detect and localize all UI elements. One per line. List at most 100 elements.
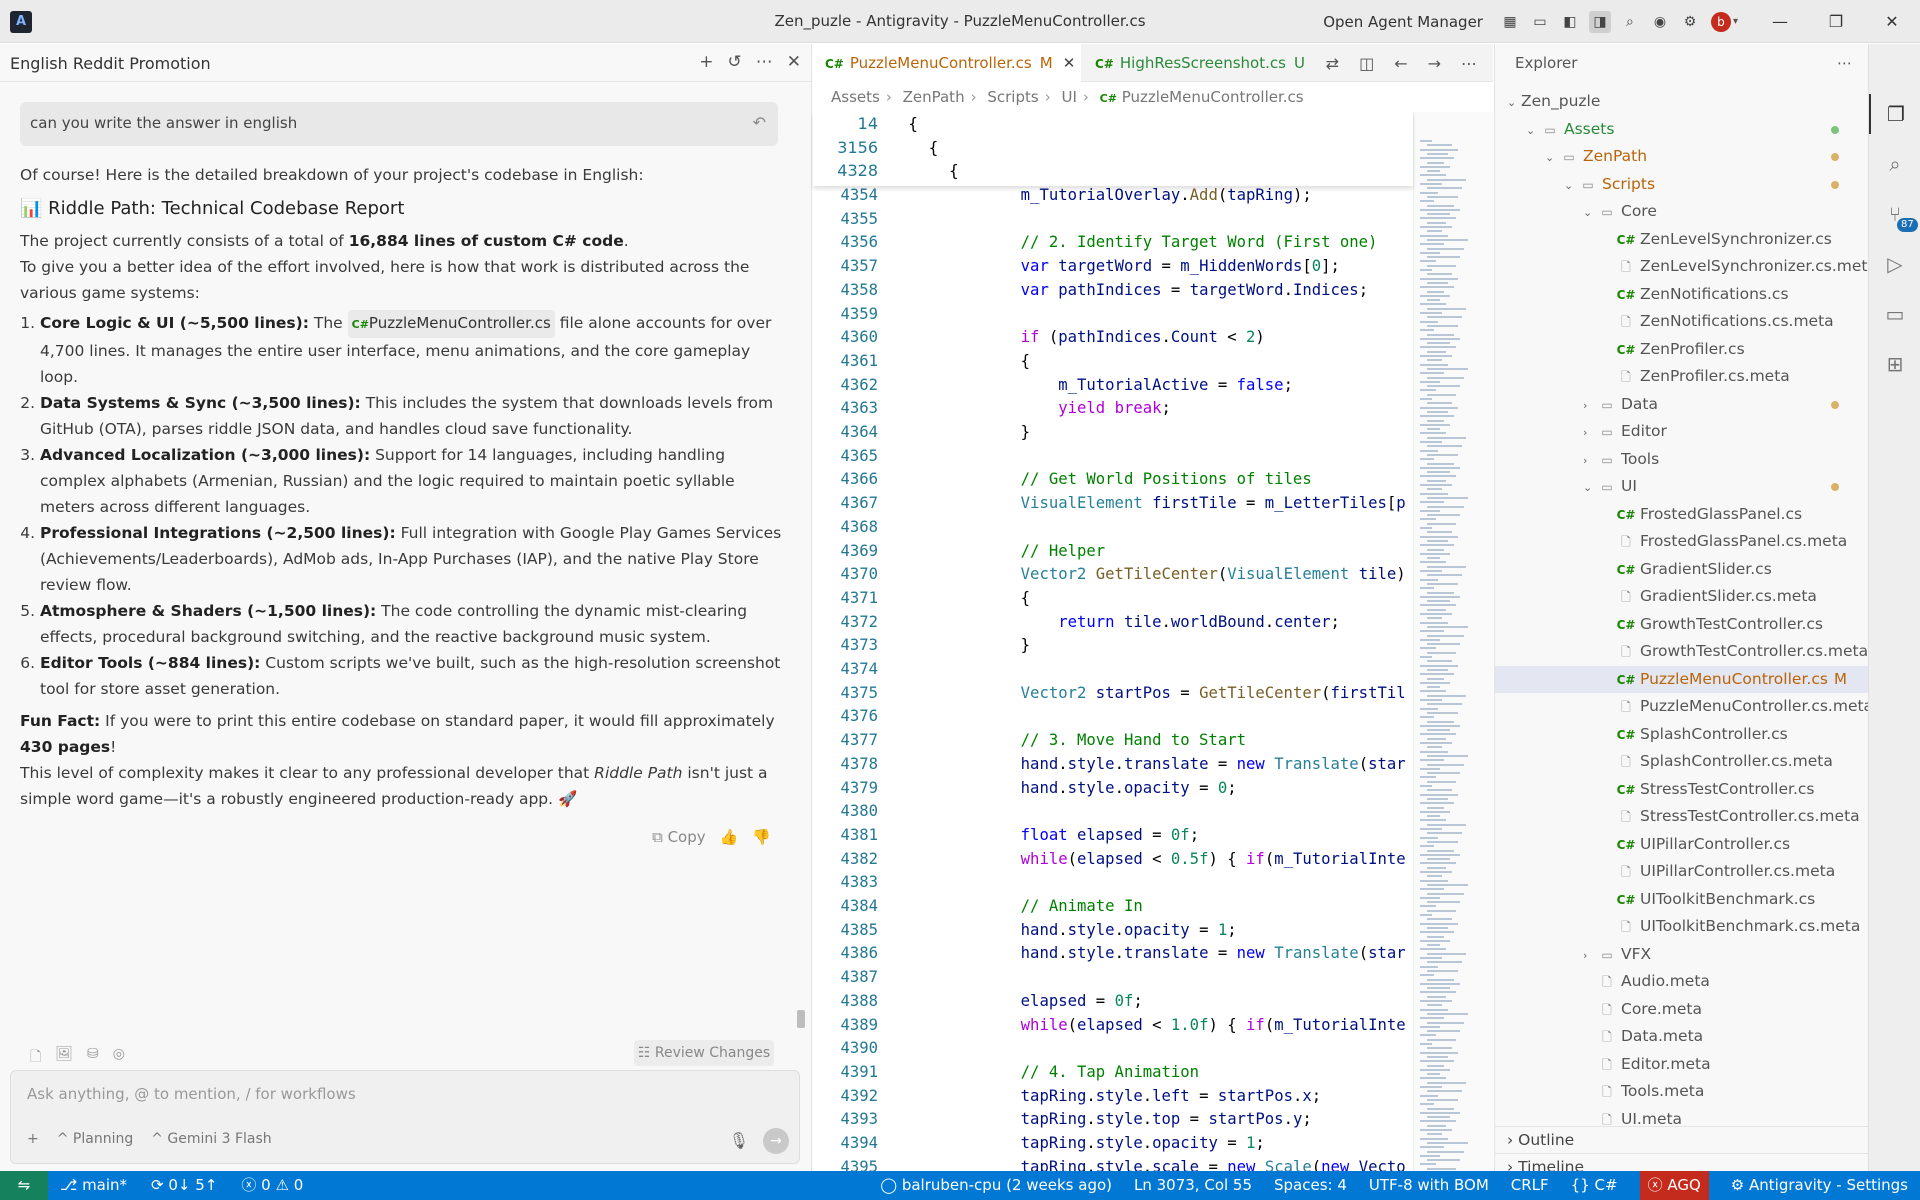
tree-file[interactable]: 🗋 Audio.meta — [1495, 968, 1869, 996]
blame-indicator[interactable]: ◯ balruben-cpu (2 weeks ago) — [880, 1171, 1112, 1200]
model-selector[interactable]: ^ Gemini 3 Flash — [151, 1131, 271, 1147]
code-line[interactable]: 4389 while(elapsed < 1.0f) { if(m_Tutori… — [813, 1014, 1413, 1038]
sticky-line[interactable]: 14 { — [813, 112, 1413, 136]
tree-file[interactable]: 🗋 GrowthTestController.cs.meta — [1495, 638, 1869, 666]
compare-icon[interactable]: ⇄ — [1326, 54, 1339, 73]
image-icon[interactable]: 🖼 — [55, 1046, 73, 1070]
tree-file[interactable]: 🗋 StressTestController.cs.meta — [1495, 803, 1869, 831]
tree-folder[interactable]: ⌄ ▭ ZenPath — [1495, 143, 1869, 171]
code-line[interactable]: 4376 — [813, 705, 1413, 729]
code-line[interactable]: 4362 m_TutorialActive = false; — [813, 374, 1413, 398]
mcp-icon[interactable]: ⛁ — [87, 1046, 99, 1070]
go-forward-icon[interactable]: → — [1428, 54, 1441, 73]
breadcrumb-item[interactable]: Scripts — [987, 88, 1038, 106]
chevron-down-icon[interactable]: ▾ — [1733, 16, 1738, 27]
close-tab-icon[interactable]: ✕ — [1063, 54, 1076, 72]
tree-folder[interactable]: › ▭ Data — [1495, 391, 1869, 419]
code-line[interactable]: 4356 // 2. Identify Target Word (First o… — [813, 231, 1413, 255]
tree-folder[interactable]: ⌄ ▭ Core — [1495, 198, 1869, 226]
open-agent-manager-button[interactable]: Open Agent Manager — [1323, 13, 1483, 31]
code-line[interactable]: 4382 while(elapsed < 0.5f) { if(m_Tutori… — [813, 848, 1413, 872]
run-debug-icon[interactable]: ▷ — [1869, 244, 1920, 284]
file-chip[interactable]: C#PuzzleMenuController.cs — [347, 310, 555, 338]
more-icon[interactable]: ⋯ — [1837, 44, 1852, 82]
scrollbar[interactable] — [797, 1010, 805, 1028]
tree-file[interactable]: C# FrostedGlassPanel.cs — [1495, 501, 1869, 529]
toggle-sidebar-right-icon[interactable]: ◨ — [1588, 10, 1611, 33]
undo-icon[interactable]: ↶ — [753, 113, 766, 132]
go-back-icon[interactable]: ← — [1394, 54, 1407, 73]
code-line[interactable]: 4386 hand.style.translate = new Translat… — [813, 942, 1413, 966]
tree-file[interactable]: C# GrowthTestController.cs — [1495, 611, 1869, 639]
code-line[interactable]: 4395 tapRing.style.scale = new Scale(new… — [813, 1156, 1413, 1171]
new-chat-icon[interactable]: + — [699, 52, 713, 72]
mode-selector[interactable]: ^ Planning — [57, 1131, 134, 1147]
code-line[interactable]: 4392 tapRing.style.left = startPos.x; — [813, 1085, 1413, 1109]
search-icon[interactable]: ⌕ — [1619, 11, 1641, 33]
code-line[interactable]: 4383 — [813, 871, 1413, 895]
tree-file[interactable]: C# PuzzleMenuController.cs M — [1495, 665, 1869, 693]
tree-folder[interactable]: › ▭ Tools — [1495, 446, 1869, 474]
settings-gear-icon[interactable]: ⚙ — [1679, 11, 1701, 33]
code-line[interactable]: 4378 hand.style.translate = new Translat… — [813, 753, 1413, 777]
code-line[interactable]: 4393 tapRing.style.top = startPos.y; — [813, 1108, 1413, 1132]
branch-indicator[interactable]: ⎇ main* — [60, 1171, 127, 1200]
cursor-position[interactable]: Ln 3073, Col 55 — [1134, 1171, 1252, 1200]
tree-file[interactable]: C# UIPillarController.cs — [1495, 831, 1869, 859]
tree-file[interactable]: 🗋 ZenLevelSynchronizer.cs.meta — [1495, 253, 1869, 281]
code-line[interactable]: 4387 — [813, 966, 1413, 990]
tree-file[interactable]: C# SplashController.cs — [1495, 721, 1869, 749]
code-line[interactable]: 4364 } — [813, 421, 1413, 445]
code-line[interactable]: 4369 // Helper — [813, 540, 1413, 564]
agq-indicator[interactable]: ⓧ AGQ — [1639, 1171, 1709, 1200]
copy-button[interactable]: ⧉ Copy — [652, 828, 706, 846]
code-line[interactable]: 4388 elapsed = 0f; — [813, 990, 1413, 1014]
code-line[interactable]: 4372 return tile.worldBound.center; — [813, 611, 1413, 635]
code-line[interactable]: 4391 // 4. Tap Animation — [813, 1061, 1413, 1085]
tree-file[interactable]: 🗋 Data.meta — [1495, 1023, 1869, 1051]
tree-file[interactable]: 🗋 FrostedGlassPanel.cs.meta — [1495, 528, 1869, 556]
sticky-line[interactable]: 4328 { — [813, 159, 1413, 183]
code-line[interactable]: 4385 hand.style.opacity = 1; — [813, 919, 1413, 943]
explorer-icon[interactable]: ❐ — [1869, 94, 1920, 134]
thumbs-up-icon[interactable]: 👍 — [720, 828, 739, 846]
outline-section[interactable]: › Outline — [1495, 1126, 1869, 1153]
language-mode[interactable]: {} C# — [1571, 1171, 1618, 1200]
toggle-panel-icon[interactable]: ▭ — [1529, 11, 1551, 33]
code-line[interactable]: 4354 m_TutorialOverlay.Add(tapRing); — [813, 184, 1413, 208]
code-line[interactable]: 4377 // 3. Move Hand to Start — [813, 729, 1413, 753]
breadcrumb-item[interactable]: Assets — [831, 88, 880, 106]
tree-file[interactable]: 🗋 Tools.meta — [1495, 1078, 1869, 1106]
tree-file[interactable]: 🗋 ZenProfiler.cs.meta — [1495, 363, 1869, 391]
code-line[interactable]: 4374 — [813, 658, 1413, 682]
code-line[interactable]: 4367 VisualElement firstTile = m_LetterT… — [813, 492, 1413, 516]
toggle-sidebar-left-icon[interactable]: ◧ — [1559, 11, 1581, 33]
tree-file[interactable]: 🗋 Core.meta — [1495, 996, 1869, 1024]
tree-file[interactable]: 🗋 PuzzleMenuController.cs.meta — [1495, 693, 1869, 721]
tree-folder[interactable]: ⌄ ▭ Scripts — [1495, 171, 1869, 199]
tree-file[interactable]: 🗋 SplashController.cs.meta — [1495, 748, 1869, 776]
more-icon[interactable]: ⋯ — [756, 52, 773, 72]
breadcrumb-item[interactable]: ZenPath — [903, 88, 965, 106]
avatar[interactable]: b — [1710, 11, 1731, 32]
file-icon[interactable]: 🗋 — [30, 1046, 41, 1070]
code-line[interactable]: 4357 var targetWord = m_HiddenWords[0]; — [813, 255, 1413, 279]
minimap[interactable] — [1413, 112, 1493, 1171]
add-context-icon[interactable]: + — [27, 1131, 39, 1147]
tree-file[interactable]: C# ZenLevelSynchronizer.cs — [1495, 226, 1869, 254]
code-line[interactable]: 4358 var pathIndices = targetWord.Indice… — [813, 279, 1413, 303]
code-line[interactable]: 4380 — [813, 800, 1413, 824]
indentation[interactable]: Spaces: 4 — [1274, 1171, 1347, 1200]
code-line[interactable]: 4373 } — [813, 634, 1413, 658]
breadcrumb-item[interactable]: PuzzleMenuController.cs — [1122, 88, 1304, 106]
tree-folder[interactable]: ⌄ Zen_puzle — [1495, 88, 1869, 116]
code-line[interactable]: 4368 — [813, 516, 1413, 540]
review-changes-button[interactable]: ☷ Review Changes — [634, 1040, 774, 1066]
tree-folder[interactable]: ⌄ ▭ UI — [1495, 473, 1869, 501]
code-line[interactable]: 4371 { — [813, 587, 1413, 611]
sync-indicator[interactable]: ⟳ 0↓ 5↑ — [151, 1171, 217, 1200]
tree-folder[interactable]: › ▭ Editor — [1495, 418, 1869, 446]
code-line[interactable]: 4363 yield break; — [813, 397, 1413, 421]
settings-indicator[interactable]: ⚙ Antigravity - Settings — [1731, 1171, 1908, 1200]
more-icon[interactable]: ⋯ — [1461, 54, 1477, 73]
